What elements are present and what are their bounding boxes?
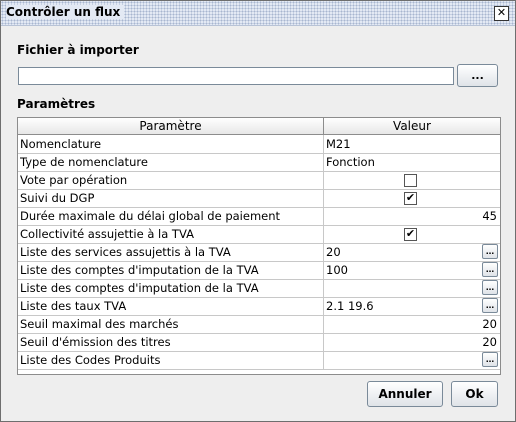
column-divider bbox=[323, 135, 324, 153]
edit-list-button[interactable]: ... bbox=[482, 298, 498, 313]
cancel-button[interactable]: Annuler bbox=[367, 381, 443, 407]
column-header-parametre[interactable]: Paramètre bbox=[18, 118, 324, 134]
param-cell: Liste des comptes d'imputation de la TVA bbox=[20, 263, 259, 277]
table-row[interactable]: Durée maximale du délai global de paieme… bbox=[18, 207, 500, 226]
param-cell: Seuil maximal des marchés bbox=[20, 317, 179, 331]
param-cell: Durée maximale du délai global de paieme… bbox=[20, 209, 281, 223]
column-divider bbox=[323, 243, 324, 261]
value-cell[interactable]: 2.1 19.6 bbox=[326, 299, 476, 313]
value-checkbox[interactable]: ✔ bbox=[404, 228, 417, 241]
table-row[interactable]: Type de nomenclature Fonction bbox=[18, 153, 500, 172]
table-row[interactable]: Collectivité assujettie à la TVA ✔ bbox=[18, 225, 500, 244]
column-divider bbox=[323, 279, 324, 297]
value-checkbox[interactable]: ✔ bbox=[404, 192, 417, 205]
column-divider bbox=[323, 261, 324, 279]
title-bar[interactable]: Contrôler un flux ✕ bbox=[1, 1, 515, 26]
file-path-input[interactable] bbox=[18, 67, 454, 85]
edit-list-button[interactable]: ... bbox=[482, 244, 498, 259]
column-header-valeur[interactable]: Valeur bbox=[324, 118, 500, 134]
column-divider bbox=[323, 351, 324, 369]
table-row[interactable]: Seuil d'émission des titres 20 bbox=[18, 333, 500, 352]
value-cell[interactable]: Fonction bbox=[326, 155, 476, 169]
params-section-label: Paramètres bbox=[17, 97, 96, 111]
value-cell[interactable]: M21 bbox=[326, 137, 476, 151]
browse-button[interactable]: ... bbox=[457, 64, 498, 87]
value-cell[interactable]: 100 bbox=[326, 263, 476, 277]
column-divider bbox=[323, 315, 324, 333]
file-section-label: Fichier à importer bbox=[17, 43, 139, 57]
table-row[interactable]: Vote par opération bbox=[18, 171, 500, 190]
table-row[interactable]: Liste des taux TVA 2.1 19.6... bbox=[18, 297, 500, 316]
param-cell: Liste des Codes Produits bbox=[20, 353, 161, 367]
column-divider bbox=[323, 207, 324, 225]
column-divider bbox=[323, 297, 324, 315]
edit-list-button[interactable]: ... bbox=[482, 262, 498, 277]
table-row[interactable]: Liste des Codes Produits... bbox=[18, 351, 500, 370]
parameters-table: Paramètre Valeur Nomenclature M21 Type de … bbox=[17, 117, 501, 375]
ok-button[interactable]: Ok bbox=[451, 381, 498, 407]
table-row[interactable]: Seuil maximal des marchés 20 bbox=[18, 315, 500, 334]
column-divider bbox=[323, 189, 324, 207]
dialog-window: Contrôler un flux ✕ Fichier à importer .… bbox=[0, 0, 516, 422]
value-cell[interactable]: 20 bbox=[326, 245, 476, 259]
column-divider bbox=[323, 153, 324, 171]
param-cell: Type de nomenclature bbox=[20, 155, 148, 169]
table-row[interactable]: Nomenclature M21 bbox=[18, 135, 500, 154]
value-cell[interactable]: 20 bbox=[347, 335, 497, 349]
edit-list-button[interactable]: ... bbox=[482, 280, 498, 295]
column-divider bbox=[323, 333, 324, 351]
param-cell: Liste des services assujettis à la TVA bbox=[20, 245, 231, 259]
param-cell: Vote par opération bbox=[20, 173, 128, 187]
param-cell: Suivi du DGP bbox=[20, 191, 95, 205]
value-cell[interactable]: 45 bbox=[347, 209, 497, 223]
table-row[interactable]: Liste des comptes d'imputation de la TVA… bbox=[18, 279, 500, 298]
value-cell[interactable]: 20 bbox=[347, 317, 497, 331]
table-header: Paramètre Valeur bbox=[18, 118, 500, 135]
window-title: Contrôler un flux bbox=[6, 5, 125, 19]
param-cell: Liste des taux TVA bbox=[20, 299, 127, 313]
column-divider bbox=[323, 171, 324, 189]
value-checkbox[interactable] bbox=[404, 174, 417, 187]
param-cell: Collectivité assujettie à la TVA bbox=[20, 227, 194, 241]
column-divider bbox=[323, 225, 324, 243]
param-cell: Nomenclature bbox=[20, 137, 102, 151]
table-row[interactable]: Suivi du DGP ✔ bbox=[18, 189, 500, 208]
param-cell: Liste des comptes d'imputation de la TVA bbox=[20, 281, 259, 295]
table-row[interactable]: Liste des services assujettis à la TVA 20… bbox=[18, 243, 500, 262]
close-icon[interactable]: ✕ bbox=[494, 6, 509, 21]
table-row[interactable]: Liste des comptes d'imputation de la TVA… bbox=[18, 261, 500, 280]
param-cell: Seuil d'émission des titres bbox=[20, 335, 171, 349]
edit-list-button[interactable]: ... bbox=[482, 352, 498, 367]
